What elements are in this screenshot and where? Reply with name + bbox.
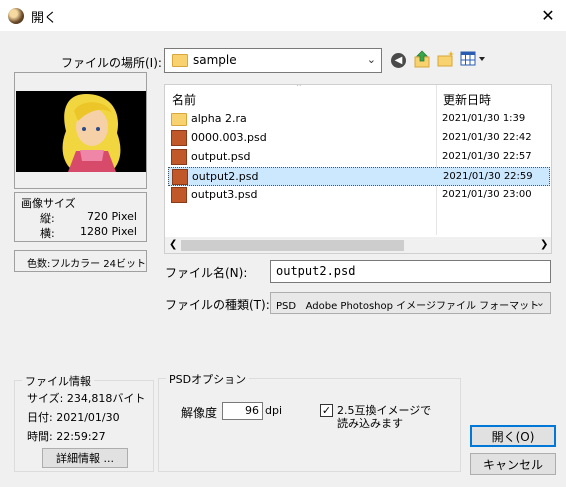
width-value: 1280 Pixel <box>80 225 137 238</box>
compat-checkbox[interactable]: ✓ <box>320 404 333 417</box>
file-date: 2021/01/30 22:59 <box>443 171 533 182</box>
preview-image <box>16 91 146 172</box>
compat-label-line2: 読み込みます <box>337 417 403 430</box>
filename-label: ファイル名(N): <box>165 266 248 280</box>
view-menu-icon[interactable] <box>460 51 488 67</box>
detail-info-button[interactable]: 詳細情報 ... <box>42 448 128 468</box>
list-item[interactable]: 0000.003.psd 2021/01/30 22:42 <box>168 129 550 148</box>
height-value: 720 Pixel <box>87 210 137 223</box>
width-label: 横: <box>40 227 55 240</box>
title-bar: 開く ✕ <box>0 0 566 31</box>
filetype-select[interactable]: PSD Adobe Photoshop イメージファイル フォーマット ⌄ <box>270 292 551 314</box>
psd-file-icon <box>171 149 187 165</box>
filetype-label: ファイルの種類(T): <box>165 298 270 312</box>
cancel-button[interactable]: キャンセル <box>470 453 556 475</box>
file-date: 2021/01/30 22:42 <box>442 132 532 143</box>
image-size-group: 画像サイズ 縦: 720 Pixel 横: 1280 Pixel <box>14 192 147 242</box>
filename-value: output2.psd <box>276 264 356 278</box>
file-info-title: ファイル情報 <box>22 373 94 389</box>
resolution-unit: dpi <box>265 404 283 417</box>
file-size: サイズ: 234,818バイト <box>27 392 146 405</box>
location-label: ファイルの場所(I): <box>61 56 162 70</box>
file-list[interactable]: ⌃ 名前 更新日時 alpha 2.ra 2021/01/30 1:39 000… <box>164 84 552 254</box>
chevron-down-icon: ⌄ <box>366 53 376 66</box>
file-date: 2021/01/30 1:39 <box>442 113 526 124</box>
list-item-selected[interactable]: output2.psd 2021/01/30 22:59 <box>168 167 550 186</box>
file-name: output2.psd <box>192 170 259 183</box>
height-label: 縦: <box>40 212 55 225</box>
file-name: 0000.003.psd <box>191 131 267 144</box>
color-depth-box: 色数:フルカラー 24ビット <box>14 250 147 272</box>
file-name: alpha 2.ra <box>191 112 247 125</box>
resolution-input[interactable]: 96 <box>222 402 263 420</box>
color-depth: 色数:フルカラー 24ビット <box>27 259 146 270</box>
location-value: sample <box>193 53 237 67</box>
psd-file-icon <box>171 130 187 146</box>
list-item[interactable]: output.psd 2021/01/30 22:57 <box>168 148 550 167</box>
window-title: 開く <box>31 11 58 26</box>
scrollbar-thumb[interactable] <box>181 240 404 251</box>
folder-icon <box>172 54 188 67</box>
app-icon <box>8 8 24 24</box>
image-size-title: 画像サイズ <box>21 197 76 210</box>
psd-options-title: PSDオプション <box>166 371 250 387</box>
scroll-left-icon[interactable]: ❮ <box>169 239 177 250</box>
psd-file-icon <box>172 169 188 185</box>
file-date: 2021/01/30 22:57 <box>442 151 532 162</box>
back-icon[interactable]: ◀ <box>391 53 406 68</box>
horizontal-scrollbar[interactable]: ❮ ❯ <box>165 237 551 253</box>
location-combo[interactable]: sample ⌄ <box>164 48 382 73</box>
list-item[interactable]: output3.psd 2021/01/30 23:00 <box>168 186 550 205</box>
scroll-right-icon[interactable]: ❯ <box>540 239 548 250</box>
folder-icon <box>171 111 187 127</box>
resolution-label: 解像度 <box>181 406 218 420</box>
column-header-name[interactable]: 名前 <box>172 91 196 108</box>
list-item[interactable]: alpha 2.ra 2021/01/30 1:39 <box>168 110 550 129</box>
file-time-info: 時間: 22:59:27 <box>27 430 106 443</box>
new-folder-icon[interactable] <box>437 50 455 68</box>
psd-options-group <box>158 378 461 472</box>
filename-input[interactable]: output2.psd <box>270 260 551 283</box>
file-date: 2021/01/30 23:00 <box>442 189 532 200</box>
filetype-value: PSD Adobe Photoshop イメージファイル フォーマット <box>276 301 540 312</box>
file-date-info: 日付: 2021/01/30 <box>27 411 120 424</box>
file-name: output.psd <box>191 150 251 163</box>
up-folder-icon[interactable] <box>414 50 431 68</box>
close-button[interactable]: ✕ <box>530 0 566 31</box>
file-name: output3.psd <box>191 188 258 201</box>
chevron-down-icon: ⌄ <box>535 296 545 309</box>
column-header-date[interactable]: 更新日時 <box>443 91 491 108</box>
psd-file-icon <box>171 187 187 203</box>
sort-up-icon: ⌃ <box>295 84 303 93</box>
open-button[interactable]: 開く(O) <box>470 425 556 447</box>
